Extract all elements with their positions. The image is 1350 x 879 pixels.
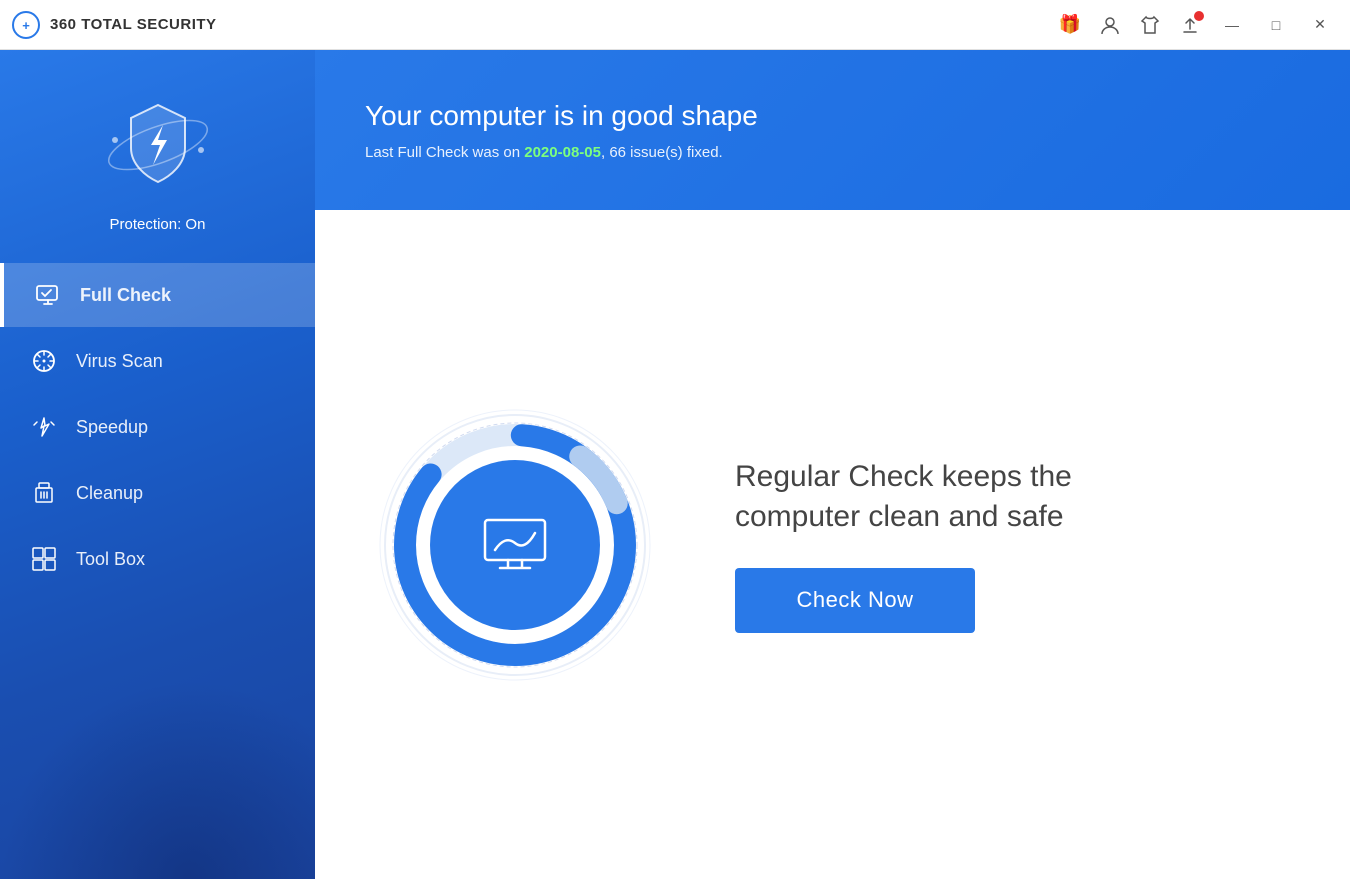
title-bar-right: 🎁 — □ ✕ xyxy=(1054,9,1338,41)
status-title: Your computer is in good shape xyxy=(365,100,1300,132)
status-subtitle-prefix: Last Full Check was on xyxy=(365,144,524,161)
minimize-button[interactable]: — xyxy=(1214,11,1250,39)
right-content: Regular Check keeps thecomputer clean an… xyxy=(735,457,1290,633)
sidebar-item-toolbox[interactable]: Tool Box xyxy=(0,527,315,591)
status-date: 2020-08-05 xyxy=(524,144,601,161)
main-layout: Protection: On Full Check xyxy=(0,50,1350,879)
maximize-button[interactable]: □ xyxy=(1258,11,1294,39)
nav-items: Full Check Virus Scan xyxy=(0,263,315,591)
sidebar-item-label-full-check: Full Check xyxy=(80,285,171,306)
title-bar: + 360 TOTAL SECURITY 🎁 — xyxy=(0,0,1350,50)
tagline: Regular Check keeps thecomputer clean an… xyxy=(735,457,1290,538)
upload-icon[interactable] xyxy=(1174,9,1206,41)
status-banner: Your computer is in good shape Last Full… xyxy=(315,50,1350,210)
shirt-icon[interactable] xyxy=(1134,9,1166,41)
main-content-area: Regular Check keeps thecomputer clean an… xyxy=(315,210,1350,879)
sidebar-item-speedup[interactable]: Speedup xyxy=(0,395,315,459)
virus-scan-icon xyxy=(30,347,58,375)
shield-logo-icon xyxy=(103,90,213,200)
title-bar-left: + 360 TOTAL SECURITY xyxy=(12,11,217,39)
speedup-icon xyxy=(30,413,58,441)
sidebar-item-label-cleanup: Cleanup xyxy=(76,483,143,504)
app-logo-icon: + xyxy=(12,11,40,39)
full-check-icon xyxy=(34,281,62,309)
sidebar-item-label-virus-scan: Virus Scan xyxy=(76,351,163,372)
sidebar-item-virus-scan[interactable]: Virus Scan xyxy=(0,329,315,393)
status-subtitle: Last Full Check was on 2020-08-05, 66 is… xyxy=(365,144,1300,161)
protection-label: Protection: On xyxy=(110,216,206,233)
sidebar-item-cleanup[interactable]: Cleanup xyxy=(0,461,315,525)
check-now-button[interactable]: Check Now xyxy=(735,568,975,633)
sidebar-item-label-toolbox: Tool Box xyxy=(76,549,145,570)
donut-chart xyxy=(375,405,655,685)
content-area: Your computer is in good shape Last Full… xyxy=(315,50,1350,879)
sidebar-header: Protection: On xyxy=(0,50,315,263)
donut-center-icon xyxy=(430,460,600,630)
gift-icon[interactable]: 🎁 xyxy=(1054,9,1086,41)
shield-icon-wrap xyxy=(103,90,213,200)
notification-badge xyxy=(1194,11,1204,21)
user-icon[interactable] xyxy=(1094,9,1126,41)
cleanup-icon xyxy=(30,479,58,507)
app-title: 360 TOTAL SECURITY xyxy=(50,16,217,33)
svg-text:+: + xyxy=(22,18,30,33)
sidebar: Protection: On Full Check xyxy=(0,50,315,879)
sidebar-item-label-speedup: Speedup xyxy=(76,417,148,438)
sidebar-item-full-check[interactable]: Full Check xyxy=(0,263,315,327)
toolbox-icon xyxy=(30,545,58,573)
close-button[interactable]: ✕ xyxy=(1302,11,1338,39)
status-subtitle-suffix: , 66 issue(s) fixed. xyxy=(601,144,723,161)
